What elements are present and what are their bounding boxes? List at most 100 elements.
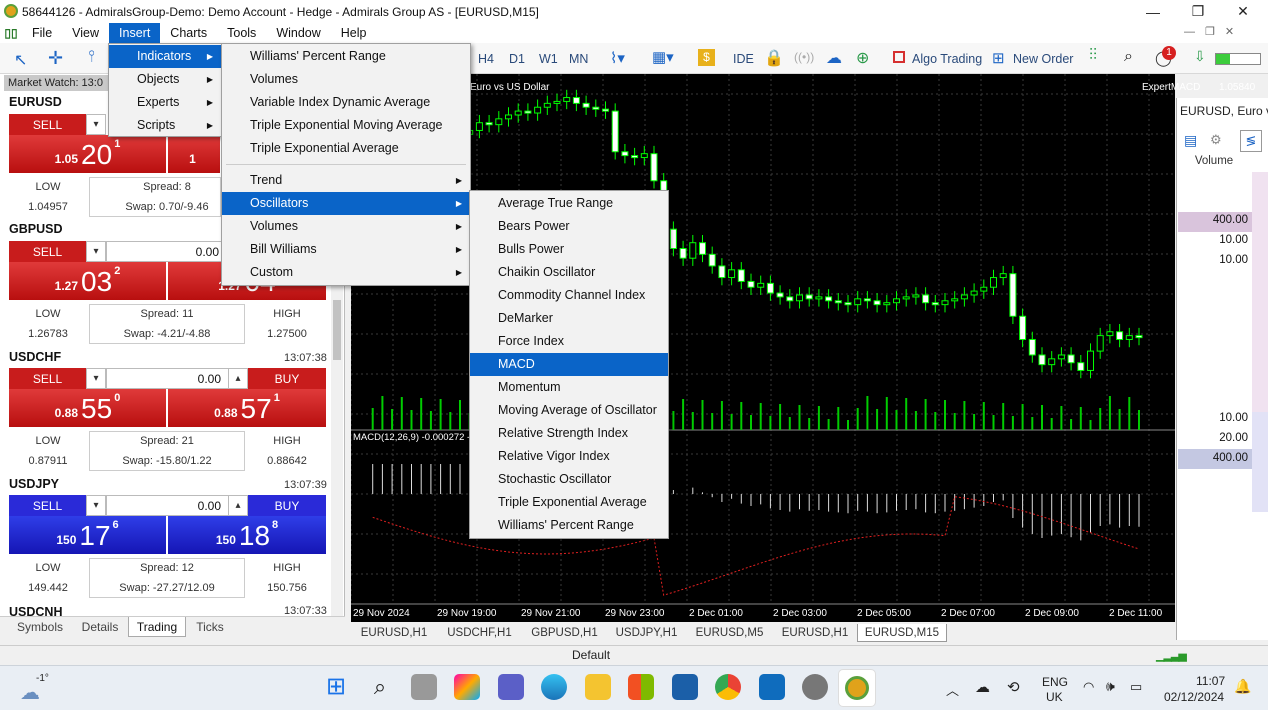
algo-trading-button[interactable]: Algo Trading [912, 49, 982, 69]
sell-button[interactable]: SELL [9, 495, 86, 516]
clock-time[interactable]: 11:07 [1196, 674, 1225, 688]
chart-tab[interactable]: EURUSD,H1 [773, 624, 857, 642]
dollar-icon[interactable]: $ [698, 49, 715, 66]
tray-sync-icon[interactable]: ⟲ [1007, 678, 1020, 696]
language-eng[interactable]: ENG [1042, 675, 1068, 689]
chart-tab[interactable]: GBPUSD,H1 [522, 624, 607, 642]
volume-input[interactable]: 0.00 [106, 368, 248, 389]
close-button[interactable]: ✕ [1220, 0, 1266, 23]
menu-item-volumes[interactable]: Volumes [222, 68, 470, 91]
dom-mode-icon[interactable]: ≶ [1240, 130, 1262, 152]
ask-price[interactable]: 1 [168, 135, 220, 173]
market-bag-icon[interactable]: 🔒 [764, 48, 784, 68]
volume-dropdown[interactable]: ▾ [86, 241, 106, 262]
ask-price[interactable]: 0.88 57 1 [168, 389, 326, 427]
app-cube-icon[interactable] [672, 674, 698, 700]
globe-icon[interactable]: ⊕ [856, 48, 869, 68]
menu-item-objects[interactable]: Objects ▶ [109, 68, 221, 91]
menu-item-custom[interactable]: Custom ▶ [222, 261, 470, 284]
dom-ask-volume[interactable]: 10.00 [1178, 254, 1248, 266]
menu-item-oscillator[interactable]: Force Index [470, 330, 668, 353]
cursor-icon[interactable]: ↖ [14, 50, 27, 70]
tab-ticks[interactable]: Ticks [188, 617, 232, 637]
menu-item-scripts[interactable]: Scripts ▶ [109, 114, 221, 137]
menu-charts[interactable]: Charts [160, 23, 217, 43]
mail-icon[interactable] [759, 674, 785, 700]
menu-item-oscillator[interactable]: DeMarker [470, 307, 668, 330]
menu-item-tema[interactable]: Triple Exponential Moving Average [222, 114, 470, 137]
new-order-button[interactable]: New Order [1013, 49, 1073, 69]
buy-button[interactable]: BUY [248, 495, 326, 516]
new-order-icon[interactable]: ⊞ [992, 49, 1005, 67]
timeframe-w1[interactable]: W1 [539, 49, 558, 69]
menu-item-oscillator[interactable]: Chaikin Oscillator [470, 261, 668, 284]
wifi-icon[interactable]: ◠ [1083, 679, 1094, 695]
menu-item-experts[interactable]: Experts ▶ [109, 91, 221, 114]
language-uk[interactable]: UK [1046, 690, 1063, 704]
timeframe-h4[interactable]: H4 [478, 49, 494, 69]
settings-icon[interactable] [802, 674, 828, 700]
document-window-controls[interactable]: —❐✕ [1184, 25, 1244, 38]
menu-item-volumes-sub[interactable]: Volumes ▶ [222, 215, 470, 238]
menu-file[interactable]: File [22, 23, 62, 43]
vertical-line-icon[interactable]: ⫯ [88, 48, 95, 66]
volume-icon[interactable]: 🕪 [1106, 678, 1115, 695]
ask-price[interactable]: 150 18 8 [168, 516, 326, 554]
algo-trading-icon[interactable] [893, 51, 905, 63]
dom-bid-volume[interactable]: 400.00 [1178, 452, 1248, 464]
menu-item-williams-percent-range[interactable]: Williams' Percent Range [222, 45, 470, 68]
start-icon[interactable]: ⊞ [323, 674, 349, 700]
timeframe-d1[interactable]: D1 [509, 49, 525, 69]
dom-ask-volume[interactable]: 10.00 [1178, 234, 1248, 246]
maximize-button[interactable]: ❐ [1175, 0, 1221, 23]
volume-input[interactable]: 0.00 [106, 495, 248, 516]
menu-insert[interactable]: Insert [109, 23, 161, 43]
menu-item-oscillator[interactable]: MACD [470, 353, 668, 376]
edge-icon[interactable] [541, 674, 567, 700]
ide-button[interactable]: IDE [733, 49, 754, 69]
chart-tab[interactable]: EURUSD,H1 [351, 624, 437, 642]
menu-item-oscillator[interactable]: Moving Average of Oscillator [470, 399, 668, 422]
tab-symbols[interactable]: Symbols [8, 617, 72, 637]
signals-icon[interactable]: ((•)) [794, 50, 814, 64]
chart-type-icon[interactable]: ⌇▾ [610, 49, 625, 67]
file-explorer-icon[interactable] [585, 674, 611, 700]
bid-price[interactable]: 0.88 55 0 [9, 389, 166, 427]
battery-icon[interactable]: ▭ [1130, 679, 1142, 695]
menu-item-oscillator[interactable]: Momentum [470, 376, 668, 399]
level-icon[interactable]: ⇩ [1194, 48, 1206, 65]
volume-stepper[interactable]: ▴ [228, 495, 248, 516]
chart-tab[interactable]: USDJPY,H1 [607, 624, 686, 642]
copilot-icon[interactable] [454, 674, 480, 700]
menu-item-oscillator[interactable]: Relative Vigor Index [470, 445, 668, 468]
dom-settings-icon[interactable]: ⚙ [1210, 132, 1222, 148]
buy-button[interactable]: BUY [248, 368, 326, 389]
menu-item-oscillator[interactable]: Relative Strength Index [470, 422, 668, 445]
bid-price[interactable]: 1.05 20 1 [9, 135, 166, 173]
sell-button[interactable]: SELL [9, 368, 86, 389]
tray-cloud-icon[interactable]: ☁ [975, 678, 990, 696]
dom-bid-volume[interactable]: 10.00 [1178, 412, 1248, 424]
dom-bid-volume[interactable]: 20.00 [1178, 432, 1248, 444]
menu-item-oscillator[interactable]: Bears Power [470, 215, 668, 238]
dom-chart-icon[interactable]: ▤ [1184, 132, 1197, 149]
chart-tab[interactable]: EURUSD,M5 [686, 624, 773, 642]
menu-view[interactable]: View [62, 23, 109, 43]
template-icon[interactable]: ▦▾ [652, 48, 674, 66]
notification-bell-icon[interactable]: 🔔 [1234, 678, 1251, 695]
timeframe-mn[interactable]: MN [569, 49, 588, 69]
connection-icon[interactable]: ▁▂▃▅ [1156, 649, 1187, 662]
volume-input[interactable]: 0.00 [106, 241, 224, 262]
menu-item-trix[interactable]: Triple Exponential Average [222, 137, 470, 160]
vps-cloud-icon[interactable]: ☁ [826, 48, 842, 68]
metatrader-taskbar-button[interactable] [838, 669, 876, 707]
clock-date[interactable]: 02/12/2024 [1164, 690, 1224, 704]
bid-price[interactable]: 150 17 6 [9, 516, 166, 554]
menu-item-oscillator[interactable]: Williams' Percent Range [470, 514, 668, 537]
volume-dropdown[interactable]: ▾ [86, 495, 106, 516]
chart-tab[interactable]: USDCHF,H1 [437, 624, 522, 642]
menu-item-oscillator[interactable]: Commodity Channel Index [470, 284, 668, 307]
menu-item-oscillator[interactable]: Average True Range [470, 192, 668, 215]
menu-item-oscillators[interactable]: Oscillators ▶ [222, 192, 470, 215]
crosshair-icon[interactable]: ✛ [48, 48, 63, 69]
